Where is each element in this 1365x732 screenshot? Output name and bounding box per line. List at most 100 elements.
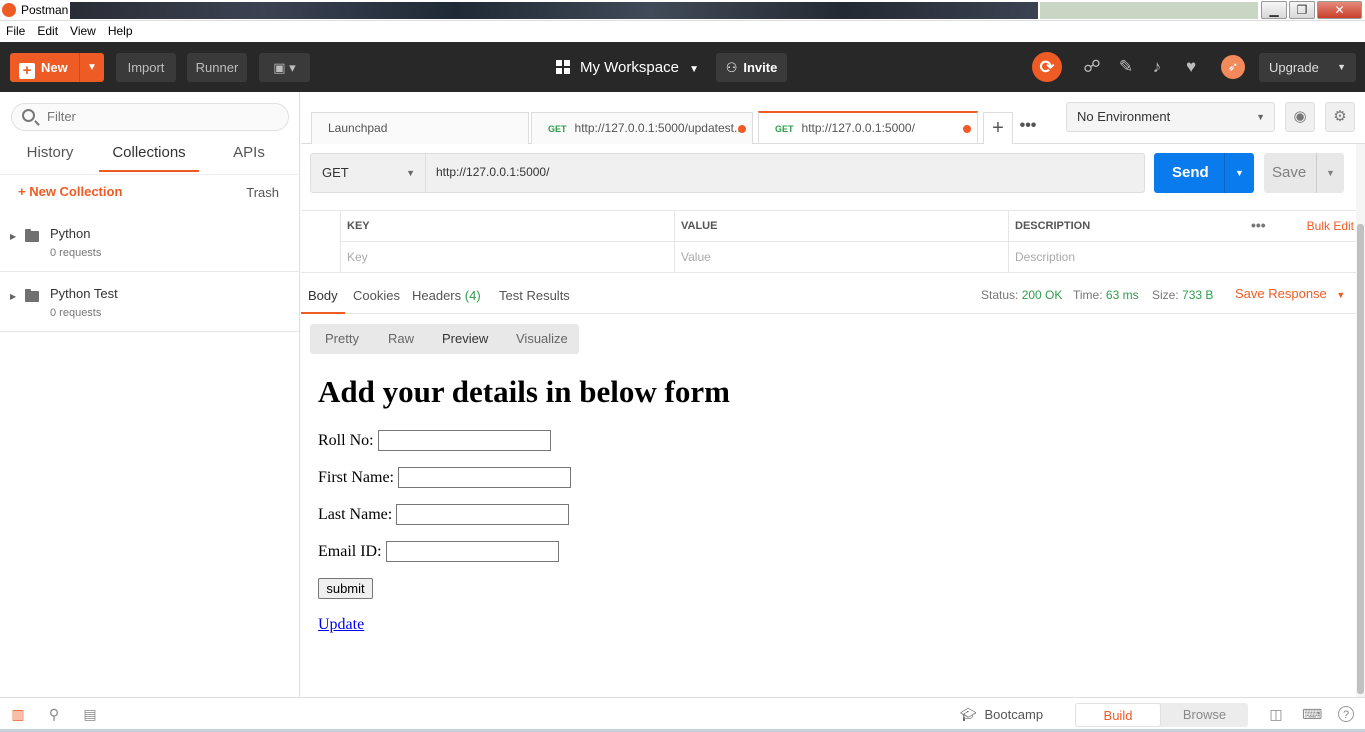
filter-input[interactable] — [47, 109, 277, 124]
new-button[interactable]: + New ▼ — [10, 53, 104, 82]
heart-icon[interactable]: ♥ — [1180, 56, 1202, 78]
tab-body[interactable]: Body — [308, 288, 338, 303]
time-readout: Time: 63 ms — [1073, 288, 1139, 302]
two-pane-view-icon[interactable]: ◫ — [1267, 706, 1285, 722]
value-input[interactable]: Value — [674, 242, 1008, 273]
email-label: Email ID: — [318, 543, 382, 560]
gear-icon[interactable]: ⚙ — [1325, 102, 1355, 132]
send-dropdown-caret-icon[interactable]: ▼ — [1224, 153, 1254, 193]
workspace-selector[interactable]: My Workspace ▼ — [556, 53, 699, 82]
email-input[interactable] — [386, 541, 559, 562]
maximize-button[interactable]: ❐ — [1289, 1, 1315, 19]
tab-test-results[interactable]: Test Results — [499, 288, 570, 303]
form-heading: Add your details in below form — [318, 374, 730, 409]
sync-icon[interactable]: ⟳ — [1032, 52, 1062, 82]
wrench-icon[interactable]: ✎ — [1115, 56, 1137, 78]
browse-mode-button[interactable]: Browse — [1161, 703, 1248, 727]
close-window-button[interactable]: ✕ — [1317, 1, 1362, 19]
keyboard-shortcuts-icon[interactable]: ⌨ — [1302, 706, 1322, 722]
expand-arrow-icon[interactable]: ▶ — [10, 232, 16, 241]
bulk-edit-link[interactable]: Bulk Edit — [1307, 211, 1356, 242]
scrollbar-thumb[interactable] — [1357, 224, 1364, 694]
roll-no-row: Roll No: — [318, 430, 551, 451]
menu-help[interactable]: Help — [102, 21, 139, 38]
last-name-row: Last Name: — [318, 504, 569, 525]
response-preview: Add your details in below form Roll No: … — [301, 360, 1356, 696]
upgrade-label: Upgrade — [1269, 60, 1319, 75]
sidebar-toggle-icon[interactable]: ▥ — [9, 706, 27, 722]
import-button[interactable]: Import — [116, 53, 176, 82]
new-dropdown-caret-icon[interactable]: ▼ — [79, 53, 104, 82]
invite-label: Invite — [743, 60, 778, 75]
view-pretty[interactable]: Pretty — [325, 324, 359, 354]
workspace-grid-icon — [556, 60, 570, 74]
minimize-button[interactable]: ▁ — [1261, 1, 1287, 19]
bell-icon[interactable]: ♪ — [1146, 56, 1168, 78]
tab-request-update[interactable]: GET http://127.0.0.1:5000/updatest... — [531, 112, 753, 144]
submit-button[interactable]: submit — [318, 578, 373, 599]
new-tab-button[interactable]: + — [983, 112, 1013, 144]
save-dropdown-caret-icon[interactable]: ▼ — [1316, 153, 1344, 193]
build-mode-button[interactable]: Build — [1075, 703, 1161, 727]
tab-options-icon[interactable]: ••• — [1013, 112, 1043, 144]
runner-button[interactable]: Runner — [187, 53, 247, 82]
new-collection-button[interactable]: + New Collection — [18, 184, 122, 199]
headers-count: (4) — [464, 288, 481, 303]
roll-no-label: Roll No: — [318, 432, 374, 449]
method-label: GET — [322, 165, 349, 180]
description-input[interactable]: Description — [1008, 242, 1356, 273]
send-button[interactable]: Send ▼ — [1154, 153, 1254, 193]
method-select[interactable]: GET ▼ — [310, 153, 426, 193]
last-name-input[interactable] — [396, 504, 569, 525]
bootcamp-label: Bootcamp — [984, 707, 1044, 722]
collection-item[interactable]: ▶ Python 0 requests — [0, 212, 300, 272]
tab-headers[interactable]: Headers (4) — [412, 288, 481, 303]
new-window-button[interactable]: ▣ ▾ — [259, 53, 310, 82]
vertical-scrollbar[interactable] — [1356, 144, 1365, 697]
key-input[interactable]: Key — [340, 242, 674, 273]
postman-logo-icon — [2, 3, 16, 17]
invite-button[interactable]: ⚇ Invite — [716, 53, 787, 82]
tab-label: http://127.0.0.1:5000/updatest... — [574, 121, 744, 135]
tab-cookies[interactable]: Cookies — [353, 288, 400, 303]
search-icon[interactable]: ⚲ — [45, 706, 63, 722]
tab-apis[interactable]: APIs — [230, 144, 268, 172]
tab-history[interactable]: History — [26, 144, 74, 172]
tab-collections[interactable]: Collections — [99, 144, 199, 172]
chevron-down-icon: ▼ — [1256, 112, 1265, 122]
save-response-button[interactable]: Save Response ▼ — [1235, 286, 1345, 301]
view-raw[interactable]: Raw — [388, 324, 414, 354]
bootcamp-link[interactable]: 🎓︎ Bootcamp — [960, 707, 1043, 723]
column-header-value: VALUE — [674, 211, 1008, 242]
view-visualize[interactable]: Visualize — [516, 324, 568, 354]
console-icon[interactable]: ▤ — [81, 706, 99, 722]
help-icon[interactable]: ? — [1338, 706, 1354, 722]
save-button[interactable]: Save ▼ — [1264, 153, 1344, 193]
menu-view[interactable]: View — [64, 21, 102, 38]
menu-edit[interactable]: Edit — [31, 21, 64, 38]
menu-file[interactable]: File — [0, 21, 31, 38]
url-input[interactable] — [436, 165, 1126, 179]
avatar[interactable]: ➶ — [1221, 55, 1245, 79]
environment-select[interactable]: No Environment ▼ — [1066, 102, 1275, 132]
first-name-input[interactable] — [398, 467, 571, 488]
view-preview[interactable]: Preview — [442, 324, 488, 354]
environment-label: No Environment — [1077, 109, 1171, 124]
tab-launchpad[interactable]: Launchpad — [311, 112, 529, 144]
first-name-row: First Name: — [318, 467, 571, 488]
trash-link[interactable]: Trash — [246, 185, 279, 200]
collection-item[interactable]: ▶ Python Test 0 requests — [0, 272, 300, 332]
more-options-icon[interactable]: ••• — [1251, 211, 1266, 239]
upgrade-button[interactable]: Upgrade ▼ — [1259, 53, 1356, 82]
roll-no-input[interactable] — [378, 430, 551, 451]
update-link[interactable]: Update — [318, 616, 364, 634]
expand-arrow-icon[interactable]: ▶ — [10, 292, 16, 301]
satellite-icon[interactable]: ☍ — [1081, 56, 1103, 78]
url-box[interactable] — [426, 153, 1145, 193]
tab-request-root[interactable]: GET http://127.0.0.1:5000/ — [758, 111, 978, 143]
collection-name: Python — [50, 226, 91, 241]
eye-icon[interactable]: ◉ — [1285, 102, 1315, 132]
collection-count: 0 requests — [50, 247, 102, 259]
headers-label: Headers — [412, 288, 462, 303]
filter-box[interactable] — [11, 103, 289, 131]
